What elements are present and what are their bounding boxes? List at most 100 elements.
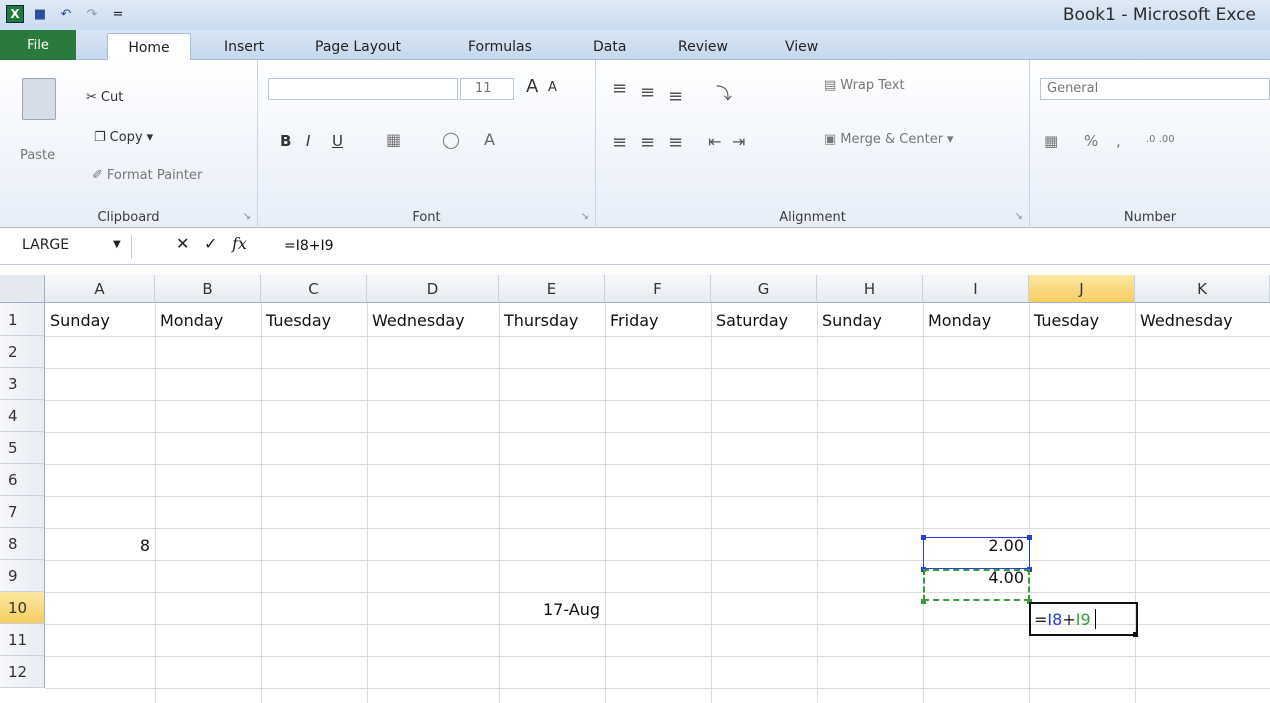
align-middle-icon[interactable]: ≡ (640, 82, 655, 103)
row-header-10[interactable]: 10 (0, 592, 45, 624)
dialog-launcher-icon[interactable]: ↘ (581, 211, 589, 222)
select-all-corner[interactable] (0, 275, 45, 303)
font-name-combo[interactable] (268, 78, 458, 100)
align-right-icon[interactable]: ≡ (668, 132, 683, 153)
insert-function-icon[interactable]: fx (232, 234, 247, 253)
gridline (45, 368, 1270, 369)
shrink-font-button[interactable]: A (548, 80, 557, 95)
column-header-d[interactable]: D (367, 275, 499, 303)
undo-icon[interactable]: ↶ (56, 4, 76, 24)
bold-button[interactable]: B (280, 132, 291, 150)
cell-g1[interactable]: Saturday (711, 305, 817, 330)
resize-handle[interactable] (1027, 535, 1032, 540)
row-header-2[interactable]: 2 (0, 336, 45, 368)
cell-j1[interactable]: Tuesday (1029, 305, 1135, 330)
font-color-button[interactable]: A (484, 130, 495, 149)
row-header-12[interactable]: 12 (0, 656, 45, 688)
row-header-9[interactable]: 9 (0, 560, 45, 592)
cut-button[interactable]: ✂ Cut (86, 90, 123, 105)
fill-color-icon[interactable]: ◯ (442, 130, 460, 149)
cell-c1[interactable]: Tuesday (261, 305, 367, 330)
cell-i1[interactable]: Monday (923, 305, 1029, 330)
row-header-8[interactable]: 8 (0, 528, 45, 560)
formula-input[interactable]: =I8+I9 (284, 238, 334, 254)
cell-k1[interactable]: Wednesday (1135, 305, 1270, 330)
row-header-3[interactable]: 3 (0, 368, 45, 400)
column-header-a[interactable]: A (45, 275, 155, 303)
merge-center-button[interactable]: ▣ Merge & Center ▾ (824, 132, 954, 147)
column-header-f[interactable]: F (605, 275, 711, 303)
paste-icon[interactable] (22, 78, 56, 120)
cell-b1[interactable]: Monday (155, 305, 261, 330)
cell-a8[interactable]: 8 (45, 530, 155, 555)
paste-button[interactable]: Paste (20, 148, 55, 163)
resize-handle[interactable] (921, 599, 926, 604)
align-top-icon[interactable]: ≡ (612, 78, 627, 99)
currency-icon[interactable]: ▦ (1044, 132, 1058, 150)
cell-e1[interactable]: Thursday (499, 305, 605, 330)
copy-button[interactable]: ❐ Copy ▾ (94, 130, 153, 145)
column-header-b[interactable]: B (155, 275, 261, 303)
row-header-7[interactable]: 7 (0, 496, 45, 528)
increase-indent-icon[interactable]: ⇥ (732, 132, 745, 151)
tab-home[interactable]: Home (107, 33, 191, 61)
excel-logo-icon[interactable]: X (6, 5, 24, 23)
align-center-icon[interactable]: ≡ (640, 132, 655, 153)
tab-review[interactable]: Review (678, 33, 728, 60)
column-header-j[interactable]: J (1029, 275, 1135, 303)
comma-button[interactable]: , (1116, 132, 1121, 150)
column-header-i[interactable]: I (923, 275, 1029, 303)
italic-button[interactable]: I (306, 132, 310, 150)
column-header-g[interactable]: G (711, 275, 817, 303)
save-icon[interactable]: ■ (30, 4, 50, 24)
tab-file[interactable]: File (0, 30, 76, 60)
column-header-e[interactable]: E (499, 275, 605, 303)
tab-formulas[interactable]: Formulas (468, 33, 532, 60)
format-painter-button[interactable]: ✐ Format Painter (92, 168, 202, 183)
alignment-group: ≡ ≡ ≡ ⤵ ≡ ≡ ≡ ⇤ ⇥ ▤ Wrap Text ▣ Merge & … (596, 60, 1030, 228)
tab-view[interactable]: View (785, 33, 818, 60)
percent-button[interactable]: % (1084, 132, 1098, 150)
chevron-down-icon: ▾ (146, 130, 154, 145)
enter-icon[interactable]: ✓ (204, 234, 217, 253)
cell-j10-formula[interactable]: =I8+I9 (1034, 610, 1091, 629)
dialog-launcher-icon[interactable]: ↘ (243, 211, 251, 222)
font-size-combo[interactable]: 11 (460, 78, 514, 100)
tab-insert[interactable]: Insert (224, 33, 264, 60)
cell-e10[interactable]: 17-Aug (499, 594, 605, 619)
orientation-icon[interactable]: ⤵ (716, 80, 732, 104)
customize-qat-button[interactable]: = (108, 4, 128, 24)
wrap-text-button[interactable]: ▤ Wrap Text (824, 78, 905, 93)
row-header-5[interactable]: 5 (0, 432, 45, 464)
redo-icon[interactable]: ↷ (82, 4, 102, 24)
column-header-c[interactable]: C (261, 275, 367, 303)
borders-icon[interactable]: ▦ (386, 130, 401, 149)
row-header-6[interactable]: 6 (0, 464, 45, 496)
cell-h1[interactable]: Sunday (817, 305, 923, 330)
active-cell-j10[interactable]: =I8+I9 (1029, 602, 1138, 636)
resize-handle[interactable] (921, 535, 926, 540)
underline-button[interactable]: U (332, 132, 343, 150)
row-header-11[interactable]: 11 (0, 624, 45, 656)
tab-page-layout[interactable]: Page Layout (315, 33, 401, 60)
cancel-icon[interactable]: ✕ (176, 234, 189, 253)
name-box[interactable]: LARGE (22, 237, 69, 253)
increase-decimal-button[interactable]: .0 .00 (1146, 134, 1175, 145)
chevron-down-icon[interactable]: ▼ (113, 239, 121, 250)
column-header-k[interactable]: K (1135, 275, 1270, 303)
decrease-indent-icon[interactable]: ⇤ (708, 132, 721, 151)
gridline (45, 592, 1270, 593)
row-header-1[interactable]: 1 (0, 303, 45, 336)
row-header-4[interactable]: 4 (0, 400, 45, 432)
cell-d1[interactable]: Wednesday (367, 305, 499, 330)
align-left-icon[interactable]: ≡ (612, 132, 627, 153)
align-bottom-icon[interactable]: ≡ (668, 86, 683, 107)
grow-font-button[interactable]: A (526, 76, 538, 97)
fill-handle[interactable] (1133, 632, 1138, 637)
column-header-h[interactable]: H (817, 275, 923, 303)
tab-data[interactable]: Data (593, 33, 626, 60)
cell-f1[interactable]: Friday (605, 305, 711, 330)
cell-a1[interactable]: Sunday (45, 305, 155, 330)
dialog-launcher-icon[interactable]: ↘ (1015, 211, 1023, 222)
number-format-combo[interactable]: General (1040, 78, 1270, 100)
